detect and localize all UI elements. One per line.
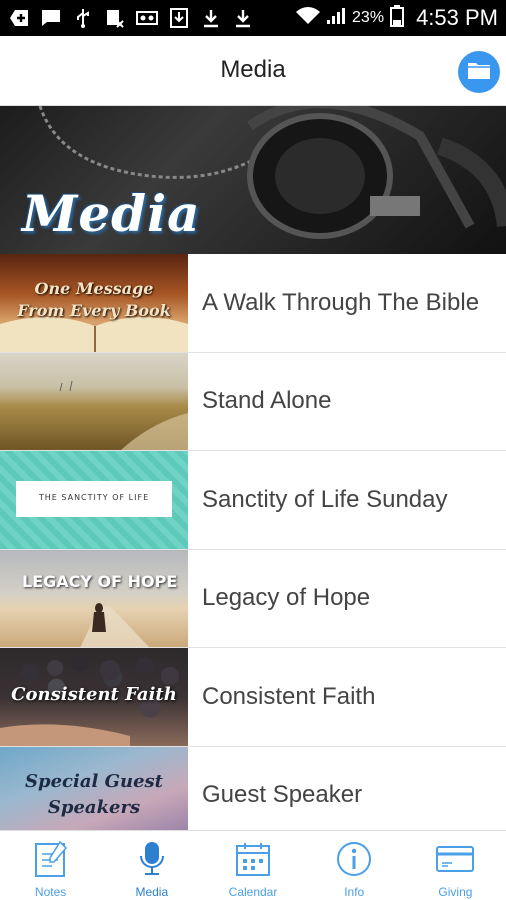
list-item[interactable]: Consistent Faith Consistent Faith	[0, 648, 506, 747]
folder-icon	[467, 60, 491, 84]
thumbnail-caption: One Message From Every Book	[17, 279, 171, 320]
thumbnail-caption: LEGACY OF HOPE	[22, 571, 178, 591]
usb-icon	[72, 8, 94, 28]
status-bar: 23% 4:53 PM	[0, 0, 506, 36]
download-box-icon	[168, 8, 190, 28]
series-title: Stand Alone	[202, 387, 332, 415]
message-icon	[40, 8, 62, 28]
notes-icon	[31, 839, 71, 879]
clock: 4:53 PM	[416, 5, 498, 30]
folder-button[interactable]	[458, 51, 500, 93]
sim-blocked-icon	[104, 8, 126, 28]
series-title: Sanctity of Life Sunday	[202, 485, 448, 513]
media-banner: Media	[0, 106, 506, 254]
signal-icon	[326, 7, 346, 30]
tab-label: Info	[344, 885, 365, 899]
download-icon	[232, 8, 254, 28]
tab-calendar[interactable]: Calendar	[202, 831, 303, 900]
list-item[interactable]: LEGACY OF HOPE Legacy of Hope	[0, 549, 506, 648]
tab-label: Calendar	[228, 885, 278, 899]
thumbnail-caption: Special Guest Speakers	[25, 770, 163, 818]
tab-info[interactable]: Info	[304, 831, 405, 900]
series-title: Consistent Faith	[202, 682, 376, 710]
bottom-tab-bar: Notes Media Calendar Info Giving	[0, 830, 506, 900]
tab-label: Notes	[34, 885, 67, 899]
tab-label: Giving	[438, 885, 473, 899]
wifi-icon	[296, 6, 321, 30]
list-item[interactable]: THE SANCTITY OF LIFE Sanctity of Life Su…	[0, 451, 506, 550]
series-thumbnail: LEGACY OF HOPE	[0, 549, 188, 647]
battery-icon	[390, 4, 405, 32]
series-title: Guest Speaker	[202, 781, 363, 809]
series-thumbnail: Special Guest Speakers	[0, 746, 188, 830]
battery-percent: 23%	[352, 9, 385, 26]
thumbnail-caption: THE SANCTITY OF LIFE	[38, 493, 150, 502]
series-thumbnail	[0, 352, 188, 450]
tab-notes[interactable]: Notes	[0, 831, 101, 900]
thumbnail-caption: Consistent Faith	[11, 684, 177, 705]
banner-title: Media	[22, 184, 201, 243]
tab-giving[interactable]: Giving	[405, 831, 506, 900]
voicemail-icon	[136, 8, 158, 28]
page-title: Media	[220, 56, 286, 83]
app-bar: Media	[0, 36, 506, 106]
series-thumbnail: Consistent Faith	[0, 648, 188, 746]
info-icon	[334, 839, 374, 879]
download-icon	[200, 8, 222, 28]
series-title: A Walk Through The Bible	[202, 288, 480, 316]
calendar-icon	[233, 839, 273, 879]
credit-card-icon	[435, 839, 475, 879]
series-thumbnail: One Message From Every Book	[0, 254, 188, 352]
list-item[interactable]: Stand Alone	[0, 352, 506, 451]
tab-label: Media	[135, 885, 169, 899]
microphone-icon	[132, 839, 172, 879]
media-series-list: One Message From Every Book A Walk Throu…	[0, 254, 506, 830]
series-thumbnail: THE SANCTITY OF LIFE	[0, 451, 188, 549]
list-item[interactable]: Special Guest Speakers Guest Speaker	[0, 746, 506, 830]
tab-media[interactable]: Media	[101, 831, 202, 900]
series-title: Legacy of Hope	[202, 584, 371, 612]
plus-notification-icon	[8, 8, 30, 28]
list-item[interactable]: One Message From Every Book A Walk Throu…	[0, 254, 506, 353]
